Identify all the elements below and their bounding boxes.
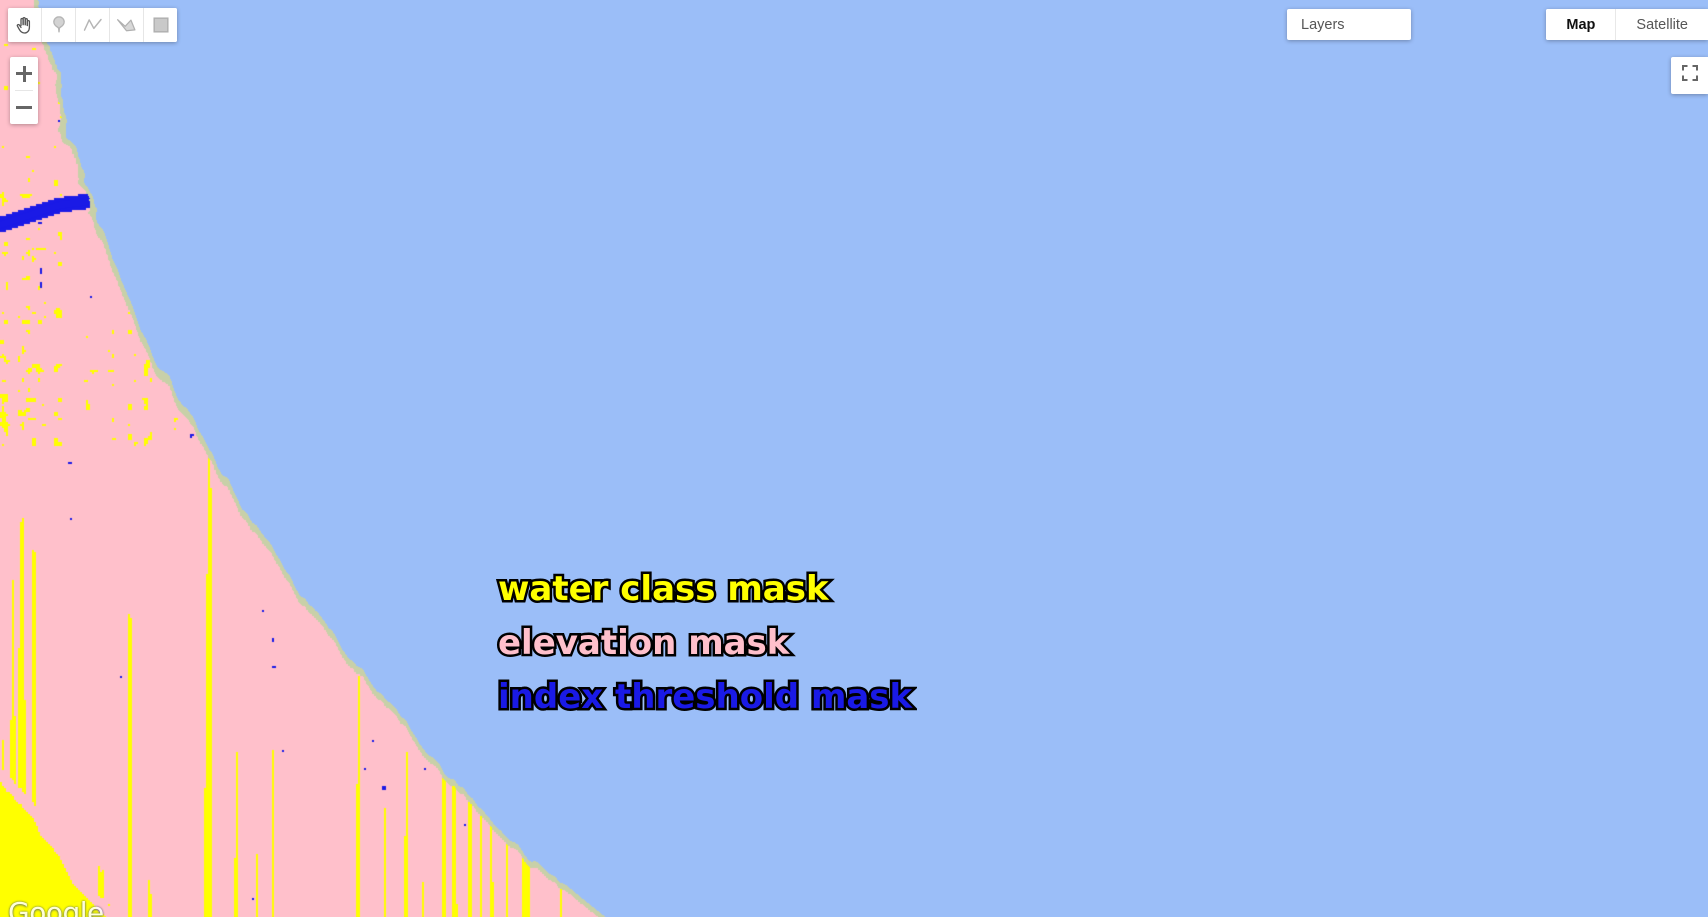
maptype-option-map[interactable]: Map: [1546, 9, 1617, 40]
layers-button-label: Layers: [1301, 16, 1345, 33]
maptype-option-satellite-label: Satellite: [1636, 16, 1688, 33]
zoom-in-button[interactable]: [10, 57, 38, 90]
fullscreen-icon: [1681, 64, 1699, 87]
zoom-control[interactable]: [10, 57, 38, 124]
polyline-icon: [82, 15, 104, 35]
layers-button[interactable]: Layers: [1287, 9, 1411, 40]
rectangle-icon: [151, 15, 171, 35]
map-application: Google water class mask water class mask…: [0, 0, 1708, 917]
maptype-control[interactable]: Map Satellite: [1546, 9, 1708, 40]
map-canvas[interactable]: [0, 0, 1708, 917]
minus-icon: [16, 106, 32, 109]
zoom-out-button[interactable]: [10, 91, 38, 124]
pan-tool-button[interactable]: [8, 8, 42, 42]
maptype-option-map-label: Map: [1566, 16, 1596, 33]
polygon-tool-button[interactable]: [110, 8, 144, 42]
polyline-tool-button[interactable]: [76, 8, 110, 42]
plus-icon: [16, 65, 32, 82]
polygon-icon: [115, 15, 138, 35]
fullscreen-button[interactable]: [1671, 57, 1708, 94]
marker-tool-button[interactable]: [42, 8, 76, 42]
marker-icon: [49, 14, 69, 36]
drawing-toolbar[interactable]: [8, 8, 177, 42]
rectangle-tool-button[interactable]: [144, 8, 177, 42]
hand-icon: [14, 15, 35, 36]
maptype-option-satellite[interactable]: Satellite: [1616, 9, 1708, 40]
